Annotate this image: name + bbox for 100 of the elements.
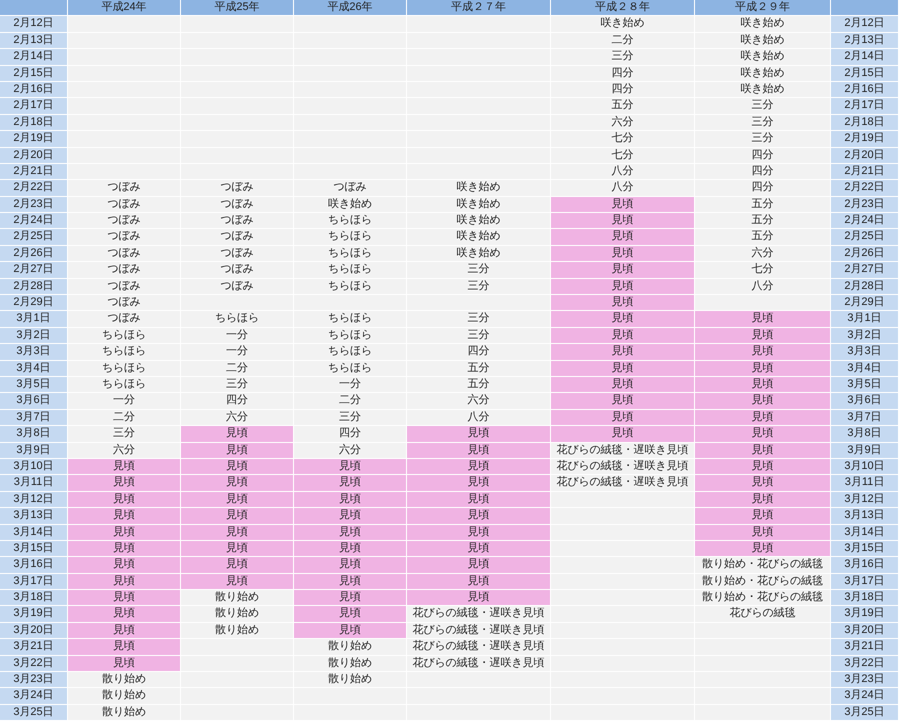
table-cell: つぼみ (181, 262, 293, 278)
table-cell: 八分 (695, 278, 830, 294)
date-cell: 2月27日 (831, 262, 898, 278)
table-cell: 咲き始め (551, 16, 694, 32)
date-cell: 2月12日 (0, 16, 67, 32)
date-cell: 3月25日 (0, 704, 67, 720)
date-cell: 2月29日 (831, 295, 898, 310)
table-cell: 四分 (551, 66, 694, 81)
table-cell: 見頃 (68, 524, 180, 540)
table-cell: 見頃 (695, 524, 830, 540)
date-cell: 3月24日 (831, 688, 898, 704)
table-cell: つぼみ (68, 311, 180, 327)
date-cell: 3月24日 (0, 688, 67, 704)
table-cell: ちらほら (294, 262, 406, 278)
date-cell: 2月25日 (0, 229, 67, 245)
column-header: 平成24年 (68, 0, 180, 16)
table-cell: 四分 (695, 148, 830, 163)
table-cell: 四分 (551, 82, 694, 98)
table-cell: 見頃 (551, 328, 694, 344)
table-cell: 三分 (294, 410, 406, 426)
date-cell: 2月19日 (831, 131, 898, 147)
table-cell: 散り始め (294, 639, 406, 655)
table-cell: 見頃 (181, 557, 293, 573)
date-cell: 3月20日 (831, 622, 898, 638)
date-cell: 3月16日 (0, 557, 67, 573)
table-cell: 五分 (407, 376, 550, 392)
date-cell: 2月26日 (831, 246, 898, 262)
date-cell: 2月21日 (831, 164, 898, 180)
table-cell: ちらほら (294, 328, 406, 344)
table-cell: 見頃 (551, 196, 694, 212)
date-cell: 3月19日 (0, 606, 67, 622)
table-cell: つぼみ (68, 246, 180, 262)
table-cell: 見頃 (181, 508, 293, 524)
table-cell: 見頃 (181, 524, 293, 540)
date-cell: 2月24日 (0, 213, 67, 228)
table-cell: ちらほら (68, 376, 180, 392)
column-header: 平成２９年 (695, 0, 830, 16)
table-cell: 見頃 (68, 557, 180, 573)
table-cell: ちらほら (294, 229, 406, 245)
date-cell: 3月10日 (831, 458, 898, 474)
date-cell: 3月15日 (831, 540, 898, 556)
table-cell: 一分 (181, 344, 293, 360)
table-cell: 三分 (695, 131, 830, 147)
table-cell: 見頃 (551, 213, 694, 228)
table-cell: 見頃 (294, 492, 406, 508)
date-cell: 3月1日 (0, 311, 67, 327)
table-cell: 咲き始め (407, 213, 550, 228)
table-cell: 見頃 (407, 458, 550, 474)
date-cell: 3月21日 (0, 639, 67, 655)
table-cell: 見頃 (695, 376, 830, 392)
table-cell: 八分 (551, 180, 694, 196)
table-cell: ちらほら (68, 328, 180, 344)
table-cell: つぼみ (68, 229, 180, 245)
table-cell: 見頃 (551, 393, 694, 409)
date-cell: 2月22日 (0, 180, 67, 196)
table-cell: 見頃 (181, 442, 293, 458)
table-cell: 見頃 (695, 426, 830, 442)
date-cell: 2月23日 (831, 196, 898, 212)
table-cell: 見頃 (407, 492, 550, 508)
table-cell: 六分 (181, 410, 293, 426)
date-cell: 3月11日 (831, 475, 898, 491)
table-cell: 散り始め (181, 622, 293, 638)
table-cell: 咲き始め (695, 16, 830, 32)
table-cell: 散り始め (68, 672, 180, 688)
table-cell: つぼみ (68, 262, 180, 278)
table-cell: 見頃 (68, 622, 180, 638)
date-cell: 3月9日 (831, 442, 898, 458)
table-cell: 散り始め (181, 606, 293, 622)
table-cell: 見頃 (551, 360, 694, 376)
table-cell: つぼみ (68, 180, 180, 196)
table-cell: 咲き始め (695, 49, 830, 65)
date-cell: 3月12日 (0, 492, 67, 508)
date-cell: 3月5日 (831, 376, 898, 392)
table-cell: 見頃 (68, 590, 180, 606)
table-cell: 咲き始め (294, 196, 406, 212)
table-cell: 見頃 (407, 508, 550, 524)
date-cell: 3月4日 (831, 360, 898, 376)
table-cell: 四分 (695, 180, 830, 196)
table-cell: 見頃 (695, 344, 830, 360)
table-cell: 四分 (181, 393, 293, 409)
date-cell: 3月6日 (0, 393, 67, 409)
header-cell (0, 0, 67, 16)
table-cell: 散り始め (181, 590, 293, 606)
date-cell: 2月26日 (0, 246, 67, 262)
date-cell: 3月14日 (831, 524, 898, 540)
column-header: 平成26年 (294, 0, 406, 16)
table-cell: 見頃 (695, 393, 830, 409)
table-cell: 見頃 (695, 360, 830, 376)
table-cell: 見頃 (695, 442, 830, 458)
table-cell: つぼみ (68, 278, 180, 294)
table-cell: 見頃 (68, 606, 180, 622)
table-cell: 三分 (407, 278, 550, 294)
table-cell: 見頃 (294, 475, 406, 491)
table-cell: 見頃 (407, 442, 550, 458)
table-cell: 散り始め (294, 656, 406, 672)
table-cell: 見頃 (407, 426, 550, 442)
date-cell: 2月24日 (831, 213, 898, 228)
table-cell: 見頃 (407, 475, 550, 491)
table-cell: 咲き始め (407, 180, 550, 196)
date-cell: 3月3日 (831, 344, 898, 360)
